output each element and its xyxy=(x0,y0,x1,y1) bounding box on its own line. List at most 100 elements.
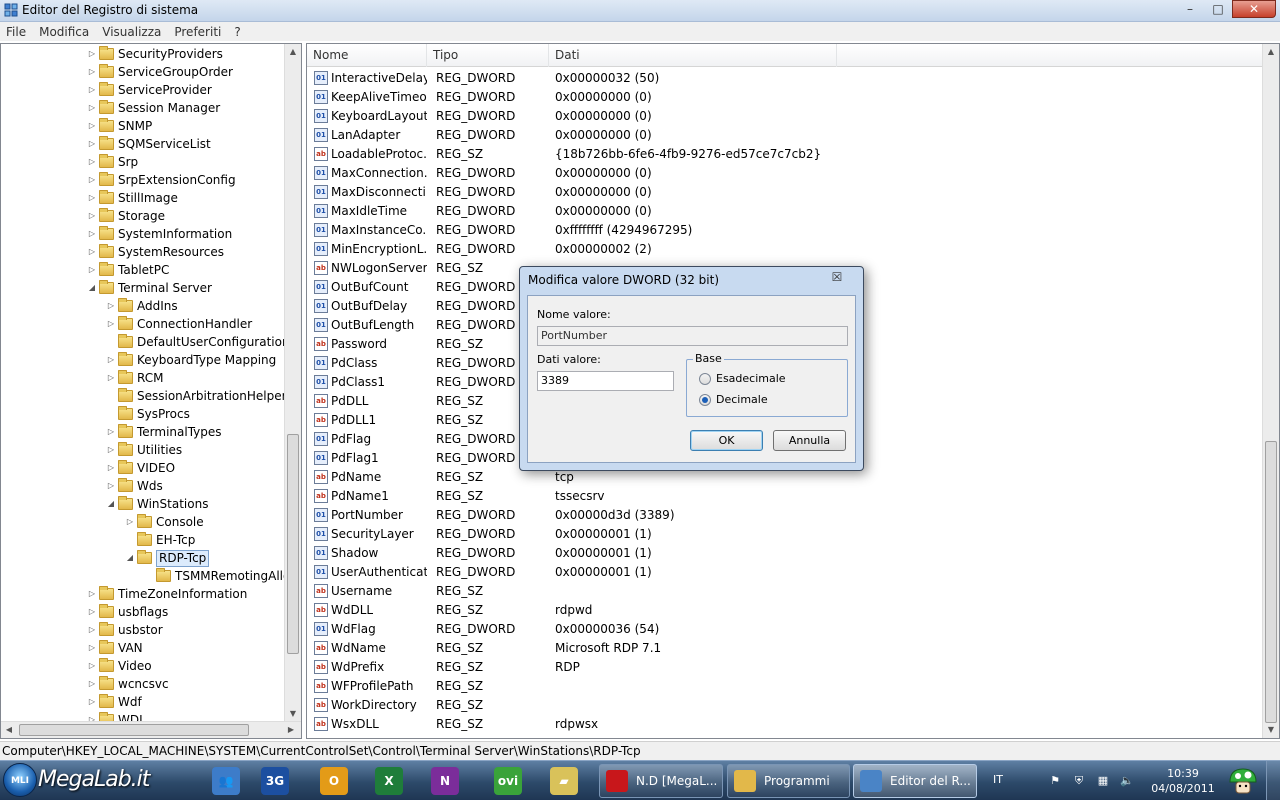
scroll-down-arrow-icon[interactable]: ▼ xyxy=(1263,722,1279,738)
column-header-dati[interactable]: Dati xyxy=(549,44,837,67)
expand-arrow-icon[interactable]: ▷ xyxy=(87,63,97,81)
dialog-close-icon[interactable]: ☒ xyxy=(829,270,845,286)
value-row[interactable]: ab PdName1 REG_SZ tssecsrv xyxy=(307,487,1267,506)
registry-tree[interactable]: ▷ SecurityProviders ▷ ServiceGroupOrder ▷ Ser… xyxy=(0,43,302,739)
tree-horizontal-scrollbar[interactable]: ◀ ▶ xyxy=(1,721,301,738)
tree-scroll-thumb[interactable] xyxy=(287,434,299,654)
network-icon[interactable]: ▦ xyxy=(1096,774,1110,788)
expand-arrow-icon[interactable]: ▷ xyxy=(125,513,135,531)
hex-radio-circle-icon[interactable] xyxy=(699,372,711,385)
outlook-icon[interactable]: O xyxy=(313,764,355,798)
expand-arrow-icon[interactable]: ▷ xyxy=(106,423,116,441)
tree-item[interactable]: TSMMRemotingAllo xyxy=(144,567,290,585)
column-header-tipo[interactable]: Tipo xyxy=(427,44,549,67)
expand-arrow-icon[interactable]: ▷ xyxy=(106,477,116,495)
expand-arrow-icon[interactable]: ▷ xyxy=(87,45,97,63)
value-row[interactable]: ab LoadableProtoc... REG_SZ {18b726bb-6fe6-… xyxy=(307,145,1267,164)
value-row[interactable]: 01 SecurityLayer REG_DWORD 0x00000001 (1) xyxy=(307,525,1267,544)
expand-arrow-icon[interactable]: ▷ xyxy=(87,171,97,189)
minimize-button[interactable]: – xyxy=(1176,0,1204,18)
expand-arrow-icon[interactable]: ▷ xyxy=(87,657,97,675)
value-row[interactable]: ab WdPrefix REG_SZ RDP xyxy=(307,658,1267,677)
tree-item[interactable]: ▷ usbstor xyxy=(87,621,163,639)
value-row[interactable]: ab WdDLL REG_SZ rdpwd xyxy=(307,601,1267,620)
dec-radio-circle-icon[interactable] xyxy=(699,393,711,406)
value-row[interactable]: 01KeepAliveTimeo... REG_DWORD 0x00000000 (… xyxy=(307,88,1267,107)
tree-item[interactable]: SessionArbitrationHelper xyxy=(106,387,287,405)
show-desktop-button[interactable] xyxy=(1266,761,1280,800)
expand-arrow-icon[interactable]: ▷ xyxy=(87,81,97,99)
expand-arrow-icon[interactable]: ▷ xyxy=(87,621,97,639)
flag-icon[interactable]: ⚑ xyxy=(1048,774,1062,788)
tree-item[interactable]: ▷ ServiceGroupOrder xyxy=(87,63,233,81)
tree-item[interactable]: ▷ Storage xyxy=(87,207,165,225)
expand-arrow-icon[interactable]: ▷ xyxy=(87,153,97,171)
menu-preferiti[interactable]: Preferiti xyxy=(174,25,221,39)
list-scroll-thumb[interactable] xyxy=(1265,441,1277,723)
expand-arrow-icon[interactable]: ▷ xyxy=(87,99,97,117)
tree-item[interactable]: ▷ Wdf xyxy=(87,693,142,711)
excel-icon[interactable]: X xyxy=(368,764,410,798)
list-vertical-scrollbar[interactable]: ▲ ▼ xyxy=(1262,44,1279,738)
volume-icon[interactable]: 🔈 xyxy=(1120,774,1134,788)
value-row[interactable]: 01 PortNumber REG_DWORD 0x00000d3d (3389) xyxy=(307,506,1267,525)
expand-arrow-icon[interactable]: ▷ xyxy=(87,693,97,711)
tree-item[interactable]: ▷ Session Manager xyxy=(87,99,220,117)
scroll-left-arrow-icon[interactable]: ◀ xyxy=(1,722,17,738)
tree-item[interactable]: ◢ Terminal Server xyxy=(87,279,212,297)
taskbar-task-button[interactable]: N.D [MegaL... xyxy=(599,764,723,798)
value-row[interactable]: ab WorkDirectory REG_SZ xyxy=(307,696,1267,715)
menu-help[interactable]: ? xyxy=(234,25,240,39)
tree-item[interactable]: ▷ KeyboardType Mapping xyxy=(106,351,276,369)
expand-arrow-icon[interactable]: ▷ xyxy=(87,675,97,693)
tree-item[interactable]: ▷ Wds xyxy=(106,477,163,495)
tree-item[interactable]: ◢ RDP-Tcp xyxy=(125,549,210,567)
users-icon[interactable]: 👥 xyxy=(205,764,247,798)
scroll-up-arrow-icon[interactable]: ▲ xyxy=(285,44,301,60)
value-row[interactable]: ab WdName REG_SZ Microsoft RDP 7.1 xyxy=(307,639,1267,658)
column-header-nome[interactable]: Nome xyxy=(307,44,427,67)
expand-arrow-icon[interactable]: ▷ xyxy=(106,297,116,315)
taskbar-task-button[interactable]: Programmi xyxy=(727,764,850,798)
tree-item[interactable]: ▷ Srp xyxy=(87,153,138,171)
menu-modifica[interactable]: Modifica xyxy=(39,25,89,39)
expand-arrow-icon[interactable]: ▷ xyxy=(87,261,97,279)
dec-radio[interactable]: Decimale xyxy=(699,393,768,406)
expand-arrow-icon[interactable]: ▷ xyxy=(106,351,116,369)
expand-arrow-icon[interactable]: ▷ xyxy=(87,225,97,243)
expand-arrow-icon[interactable]: ▷ xyxy=(106,315,116,333)
close-button[interactable]: ✕ xyxy=(1232,0,1276,18)
tree-item[interactable]: ▷ AddIns xyxy=(106,297,178,315)
expand-arrow-icon[interactable]: ▷ xyxy=(87,135,97,153)
value-row[interactable]: 01 KeyboardLayout REG_DWORD 0x00000000 (0) xyxy=(307,107,1267,126)
scroll-up-arrow-icon[interactable]: ▲ xyxy=(1263,44,1279,60)
scroll-down-arrow-icon[interactable]: ▼ xyxy=(285,706,301,722)
expand-arrow-icon[interactable]: ▷ xyxy=(106,459,116,477)
tree-item[interactable]: ▷ TimeZoneInformation xyxy=(87,585,247,603)
ovi-icon[interactable]: ovi xyxy=(487,764,529,798)
expand-arrow-icon[interactable]: ▷ xyxy=(87,639,97,657)
tree-item[interactable]: ▷ StillImage xyxy=(87,189,178,207)
3g-icon[interactable]: 3G xyxy=(254,764,296,798)
tree-item[interactable]: EH-Tcp xyxy=(125,531,195,549)
collapse-arrow-icon[interactable]: ◢ xyxy=(106,495,116,513)
taskbar-task-button[interactable]: Editor del R... xyxy=(853,764,977,798)
hex-radio[interactable]: Esadecimale xyxy=(699,372,786,385)
expand-arrow-icon[interactable]: ▷ xyxy=(106,441,116,459)
ok-button[interactable]: OK xyxy=(690,430,763,451)
value-row[interactable]: 01UserAuthenticat... REG_DWORD 0x00000001 … xyxy=(307,563,1267,582)
system-clock[interactable]: 10:39 04/08/2011 xyxy=(1148,766,1218,796)
tree-item[interactable]: ▷ Utilities xyxy=(106,441,182,459)
value-row[interactable]: 01 InteractiveDelay REG_DWORD 0x00000032 (5… xyxy=(307,69,1267,88)
value-row[interactable]: 01 MaxInstanceCo... REG_DWORD 0xffffffff (4… xyxy=(307,221,1267,240)
value-row[interactable]: 01 MaxIdleTime REG_DWORD 0x00000000 (0) xyxy=(307,202,1267,221)
expand-arrow-icon[interactable]: ▷ xyxy=(87,585,97,603)
tree-item[interactable]: ▷ VAN xyxy=(87,639,143,657)
value-data-input[interactable]: 3389 xyxy=(537,371,674,391)
tree-item[interactable]: ▷ TerminalTypes xyxy=(106,423,222,441)
scroll-right-arrow-icon[interactable]: ▶ xyxy=(283,722,299,738)
tree-hscroll-thumb[interactable] xyxy=(19,724,249,736)
language-indicator[interactable]: IT xyxy=(993,773,1003,786)
tree-item[interactable]: ▷ usbflags xyxy=(87,603,168,621)
expand-arrow-icon[interactable]: ▷ xyxy=(87,243,97,261)
